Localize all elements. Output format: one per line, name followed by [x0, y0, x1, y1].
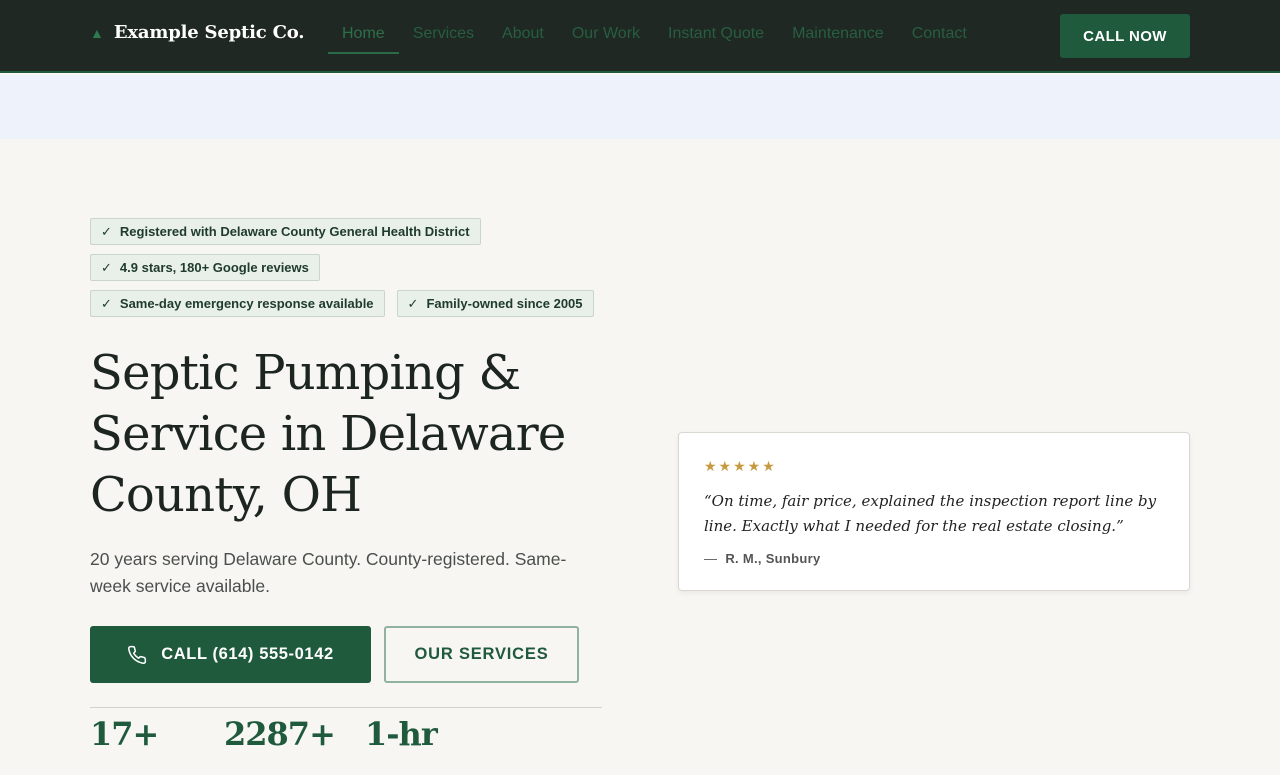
nav-services[interactable]: Services: [399, 14, 488, 54]
badge-label: Same-day emergency response available: [119, 296, 374, 311]
badge-emergency: ✓ Same-day emergency response available: [90, 290, 385, 317]
check-icon: ✓: [101, 259, 112, 275]
trust-badges: ✓ Registered with Delaware County Genera…: [90, 218, 610, 326]
stat-jobs: 2287+: [224, 715, 336, 753]
badge-registered: ✓ Registered with Delaware County Genera…: [90, 218, 481, 245]
main-nav: Home Services About Our Work Instant Quo…: [328, 14, 981, 54]
review-author: R. M., Sunbury: [725, 551, 821, 566]
phone-icon: [128, 645, 147, 664]
dash-glyph: —: [704, 551, 718, 566]
badge-label: Registered with Delaware County General …: [119, 224, 470, 239]
our-services-button[interactable]: OUR SERVICES: [384, 626, 579, 683]
check-icon: ✓: [101, 223, 112, 239]
call-button-label: CALL (614) 555-0142: [161, 645, 334, 663]
review-card: ★★★★★ “On time, fair price, explained th…: [678, 432, 1190, 591]
brand-name: Example Septic Co.: [113, 22, 305, 43]
nav-home[interactable]: Home: [328, 14, 399, 54]
badge-label: Family-owned since 2005: [426, 296, 583, 311]
stats-divider: [90, 707, 602, 708]
check-icon: ✓: [407, 295, 419, 311]
stats-row: 17+ 2287+ 1-hr: [90, 715, 610, 775]
nav-maintenance[interactable]: Maintenance: [778, 14, 898, 54]
nav-our-work[interactable]: Our Work: [558, 14, 654, 54]
hero-subhead: 20 years serving Delaware County. County…: [90, 549, 567, 596]
hero-headline: Septic Pumping & Service in Delaware Cou…: [90, 345, 566, 523]
badge-family-owned: ✓ Family-owned since 2005: [396, 290, 594, 317]
call-now-button[interactable]: CALL NOW: [1060, 14, 1190, 58]
nav-instant-quote[interactable]: Instant Quote: [654, 14, 778, 54]
badge-label: 4.9 stars, 180+ Google reviews: [119, 260, 309, 275]
nav-contact[interactable]: Contact: [898, 14, 981, 54]
stat-response: 1-hr: [365, 715, 438, 753]
check-icon: ✓: [101, 295, 112, 311]
tree-icon: ▲: [90, 24, 104, 41]
announcement-band: [0, 75, 1280, 139]
brand[interactable]: ▲ Example Septic Co.: [90, 22, 304, 43]
badge-reviews: ✓ 4.9 stars, 180+ Google reviews: [90, 254, 320, 281]
review-attribution: — R. M., Sunbury: [704, 551, 821, 566]
call-phone-button[interactable]: CALL (614) 555-0142: [90, 626, 371, 683]
review-quote: “On time, fair price, explained the insp…: [704, 492, 1157, 535]
star-rating-icon: ★★★★★: [704, 458, 777, 474]
stat-years: 17+: [90, 715, 159, 753]
nav-about[interactable]: About: [488, 14, 558, 54]
site-header: ▲ Example Septic Co. Home Services About…: [0, 0, 1280, 73]
